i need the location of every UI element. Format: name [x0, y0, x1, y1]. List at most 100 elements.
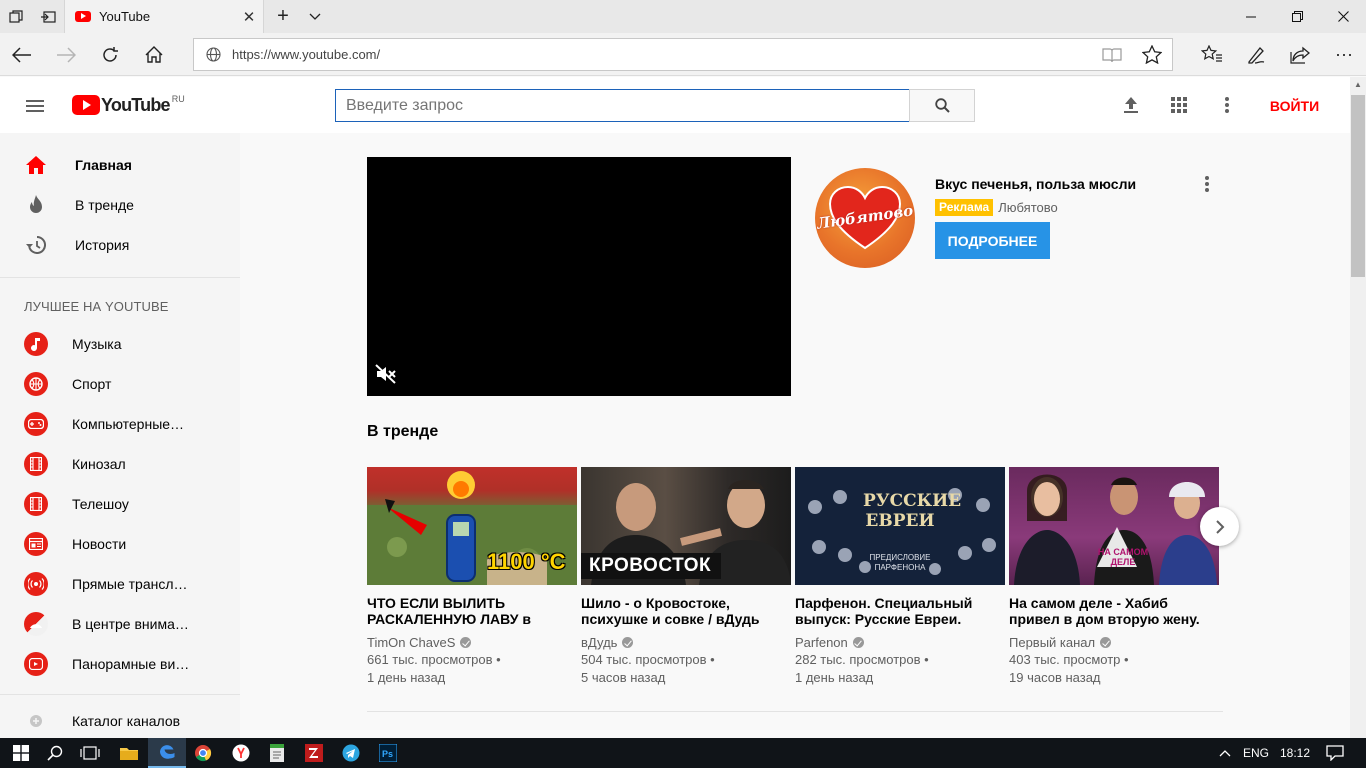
video-card[interactable]: НА САМОМ ДЕЛЕ На самом деле - Хабиб прив…	[1009, 467, 1219, 687]
scroll-up-arrow-icon[interactable]: ▲	[1350, 77, 1366, 93]
reading-view-icon[interactable]	[1092, 39, 1132, 70]
forward-arrow-icon[interactable]	[44, 33, 88, 76]
input-language[interactable]: ENG	[1243, 738, 1269, 768]
sidebar-item-channel-catalog[interactable]: Каталог каналов	[0, 701, 240, 738]
sidebar-item-movies[interactable]: Кинозал	[0, 444, 240, 484]
sidebar-item-news[interactable]: Новости	[0, 524, 240, 564]
photoshop-icon[interactable]: Ps	[369, 738, 407, 768]
section-title-trending[interactable]: В тренде	[367, 423, 438, 441]
tab-preview-chevron-icon[interactable]	[299, 0, 331, 33]
sidebar-item-label: Спорт	[72, 376, 112, 392]
upload-icon[interactable]	[1119, 93, 1143, 117]
sidebar-item-360[interactable]: Панорамные ви…	[0, 644, 240, 684]
favorite-star-icon[interactable]	[1132, 39, 1172, 70]
tab-close-icon[interactable]: ✕	[235, 8, 263, 26]
video-title[interactable]: Шило - о Кровостоке, психушке и совке / …	[581, 595, 791, 627]
video-thumbnail[interactable]: НА САМОМ ДЕЛЕ	[1009, 467, 1219, 585]
video-channel[interactable]: Parfenon	[795, 634, 1005, 651]
sidebar-item-history[interactable]: История	[0, 225, 240, 265]
video-thumbnail[interactable]: 1100 °C	[367, 467, 577, 585]
search-icon	[934, 98, 950, 113]
sidebar-item-live[interactable]: Прямые трансл…	[0, 564, 240, 604]
sidebar-item-gaming[interactable]: Компьютерные…	[0, 404, 240, 444]
refresh-icon[interactable]	[88, 33, 132, 76]
tab-manager-icon[interactable]	[0, 0, 32, 33]
youtube-logo-text: YouTube	[101, 95, 171, 115]
new-tab-icon[interactable]: +	[267, 0, 299, 33]
sidebar-item-spotlight[interactable]: В центре внима…	[0, 604, 240, 644]
ad-menu-kebab-icon[interactable]	[1195, 172, 1219, 196]
address-bar[interactable]: https://www.youtube.com/	[193, 38, 1173, 71]
ad-meta: Реклама Любятово	[935, 199, 1058, 216]
telegram-icon[interactable]	[332, 738, 370, 768]
sidebar-item-music[interactable]: Музыка	[0, 324, 240, 364]
video-thumbnail[interactable]: РУССКИЕ ЕВРЕИ ПРЕДИСЛОВИЕ ПАРФЕНОНА	[795, 467, 1005, 585]
sidebar-item-label: Панорамные ви…	[72, 656, 190, 672]
channel-name[interactable]: TimOn ChaveS	[367, 635, 455, 650]
restore-icon[interactable]	[1274, 0, 1320, 33]
video-title[interactable]: ЧТО ЕСЛИ ВЫЛИТЬ РАСКАЛЕННУЮ ЛАВУ в	[367, 595, 577, 627]
sign-in-button[interactable]: ВОЙТИ	[1257, 95, 1332, 117]
video-channel[interactable]: вДудь	[581, 634, 791, 651]
thumbnail-overlay-text: КРОВОСТОК	[581, 553, 722, 579]
video-channel[interactable]: TimOn ChaveS	[367, 634, 577, 651]
url-text[interactable]: https://www.youtube.com/	[232, 47, 1092, 62]
mute-icon[interactable]	[375, 364, 399, 388]
notepad-icon[interactable]	[258, 738, 296, 768]
scrollbar-thumb[interactable]	[1351, 95, 1365, 277]
channel-name[interactable]: Parfenon	[795, 635, 848, 650]
more-settings-icon[interactable]: ···	[1322, 33, 1366, 76]
ad-cta-button[interactable]: ПОДРОБНЕЕ	[935, 222, 1050, 259]
video-card[interactable]: РУССКИЕ ЕВРЕИ ПРЕДИСЛОВИЕ ПАРФЕНОНА Парф…	[795, 467, 1005, 687]
gamepad-icon	[24, 412, 48, 436]
web-note-pen-icon[interactable]	[1234, 33, 1278, 76]
clock-time[interactable]: 18:12	[1280, 738, 1310, 768]
close-window-icon[interactable]	[1320, 0, 1366, 33]
video-card[interactable]: 1100 °C ЧТО ЕСЛИ ВЫЛИТЬ РАСКАЛЕННУЮ ЛАВУ…	[367, 467, 577, 687]
favorites-hub-icon[interactable]	[1190, 33, 1234, 76]
tray-chevron-up-icon[interactable]	[1210, 738, 1240, 768]
yandex-browser-icon[interactable]	[222, 738, 260, 768]
sidebar-item-label: Музыка	[72, 336, 122, 352]
sidebar-item-tvshows[interactable]: Телешоу	[0, 484, 240, 524]
ad-advertiser-name: Любятово	[998, 200, 1058, 215]
file-explorer-icon[interactable]	[110, 738, 148, 768]
spotlight-icon	[24, 612, 48, 636]
search-button[interactable]	[909, 89, 975, 122]
video-thumbnail[interactable]: КРОВОСТОК	[581, 467, 791, 585]
sidebar-item-home[interactable]: Главная	[0, 145, 240, 185]
video-title[interactable]: Парфенон. Специальный выпуск: Русские Ев…	[795, 595, 1005, 627]
apps-grid-icon[interactable]	[1167, 93, 1191, 117]
video-card[interactable]: КРОВОСТОК Шило - о Кровостоке, психушке …	[581, 467, 791, 687]
search-input[interactable]	[335, 89, 910, 122]
sidebar-item-sport[interactable]: Спорт	[0, 364, 240, 404]
video-title[interactable]: На самом деле - Хабиб привел в дом втору…	[1009, 595, 1219, 627]
windows-start-icon[interactable]	[2, 738, 40, 768]
channel-name[interactable]: вДудь	[581, 635, 617, 650]
edge-browser-icon[interactable]	[148, 738, 186, 768]
filezilla-icon[interactable]	[295, 738, 333, 768]
set-aside-tabs-icon[interactable]	[32, 0, 64, 33]
chrome-icon[interactable]	[184, 738, 222, 768]
ad-video-player[interactable]	[367, 157, 791, 396]
sidebar-item-trending[interactable]: В тренде	[0, 185, 240, 225]
advertiser-logo[interactable]: Любятово	[815, 168, 915, 268]
home-browser-icon[interactable]	[132, 33, 176, 76]
thumbnail-overlay-text: 1100 °C	[487, 549, 566, 574]
ad-title[interactable]: Вкус печенья, польза мюсли	[935, 176, 1136, 192]
shelf-next-arrow-icon[interactable]	[1200, 507, 1239, 546]
video-age: 5 часов назад	[581, 670, 666, 685]
channel-name[interactable]: Первый канал	[1009, 635, 1095, 650]
back-arrow-icon[interactable]	[0, 33, 44, 76]
browser-tab-youtube[interactable]: YouTube ✕	[64, 0, 264, 33]
share-icon[interactable]	[1278, 33, 1322, 76]
minimize-icon[interactable]	[1228, 0, 1274, 33]
settings-kebab-icon[interactable]	[1215, 93, 1239, 117]
video-channel[interactable]: Первый канал	[1009, 634, 1219, 651]
tab-title: YouTube	[99, 9, 151, 24]
youtube-logo[interactable]: YouTube RU	[72, 93, 185, 117]
task-view-icon[interactable]	[71, 738, 109, 768]
action-center-icon[interactable]	[1316, 738, 1354, 768]
search-taskbar-icon[interactable]	[36, 738, 74, 768]
guide-menu-icon[interactable]	[24, 97, 48, 113]
